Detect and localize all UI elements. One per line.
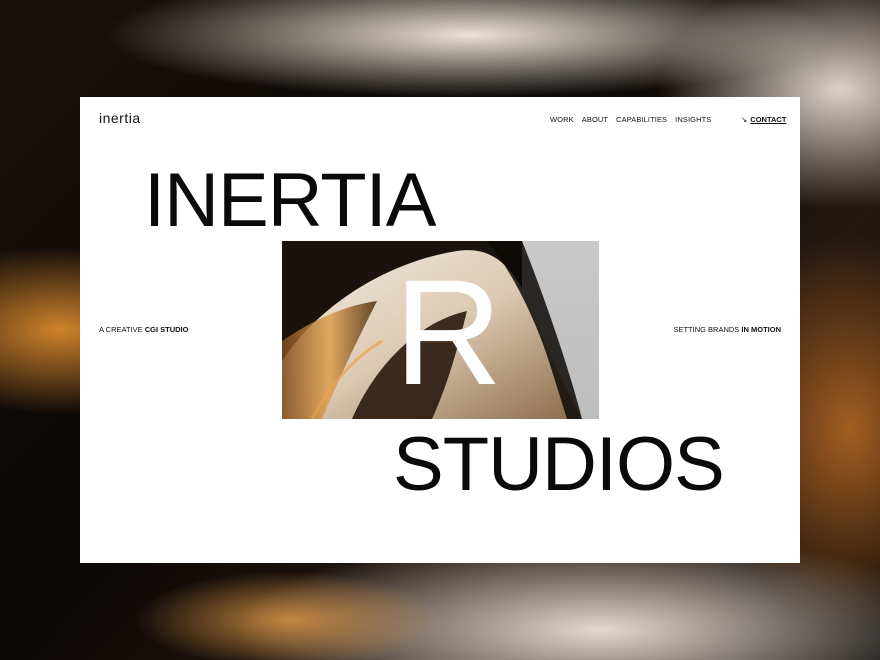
main-navigation: WORK ABOUT CAPABILITIES INSIGHTS [550,115,711,124]
nav-item-about[interactable]: ABOUT [582,115,608,124]
tagline-right: SETTING BRANDS IN MOTION [673,325,781,334]
tagline-right-emphasis: IN MOTION [741,325,781,334]
tagline-left-emphasis: CGI STUDIO [144,325,189,334]
contact-label: CONTACT [750,115,787,124]
hero-title-top: INERTIA [144,158,436,243]
tagline-left-prefix: A CREATIVE [99,325,145,334]
tagline-left: A CREATIVE CGI STUDIO [99,325,188,334]
hero-center-letter: R [394,248,503,416]
nav-item-insights[interactable]: INSIGHTS [675,115,711,124]
nav-item-work[interactable]: WORK [550,115,574,124]
contact-link[interactable]: ↘ CONTACT [741,115,786,124]
hero-render-image: R [282,241,599,419]
website-mockup-card: inertia WORK ABOUT CAPABILITIES INSIGHTS… [80,97,800,563]
nav-item-capabilities[interactable]: CAPABILITIES [616,115,667,124]
hero-title-bottom: STUDIOS [393,422,725,507]
tagline-right-prefix: SETTING BRANDS [673,325,742,334]
brand-logo[interactable]: inertia [99,110,141,126]
arrow-down-right-icon: ↘ [741,115,748,124]
